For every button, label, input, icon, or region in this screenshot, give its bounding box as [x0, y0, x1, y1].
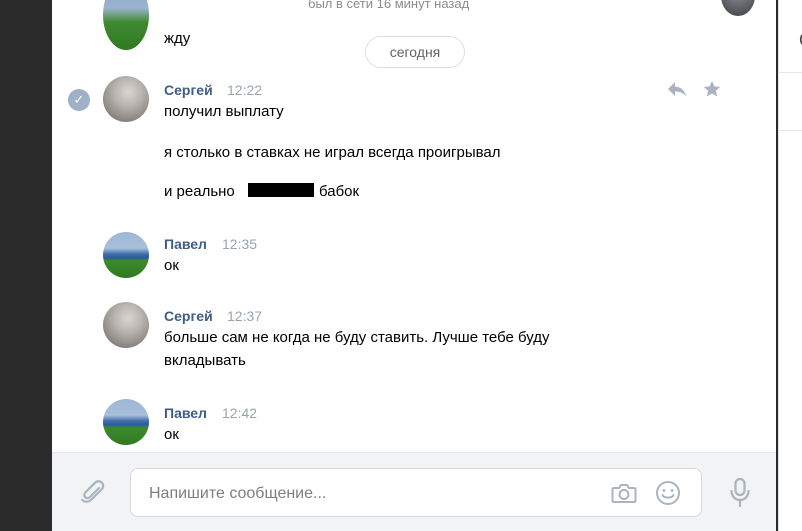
message-text: ок: [164, 426, 179, 443]
message-time[interactable]: 12:42: [222, 404, 257, 422]
author-name[interactable]: Сергей: [164, 307, 213, 325]
avatar[interactable]: [103, 302, 149, 348]
star-icon[interactable]: [702, 80, 722, 98]
divider: [779, 72, 802, 73]
message-text: жду: [164, 30, 191, 47]
microphone-icon[interactable]: [728, 477, 752, 509]
composer-bar: [52, 452, 776, 531]
avatar[interactable]: [103, 0, 149, 50]
avatar[interactable]: [103, 76, 149, 122]
right-panel: C: [778, 0, 802, 531]
divider: [779, 130, 802, 131]
author-name[interactable]: Павел: [164, 404, 207, 422]
redaction-bar: [248, 183, 314, 197]
message-time[interactable]: 12:37: [227, 307, 262, 325]
message-composer[interactable]: [130, 468, 702, 518]
camera-icon[interactable]: [611, 481, 637, 505]
message-time[interactable]: 12:22: [227, 81, 262, 99]
author-name[interactable]: Павел: [164, 235, 207, 253]
message-text: и реально: [164, 183, 235, 200]
message-text: получил выплату: [164, 103, 284, 120]
date-separator: сегодня: [365, 36, 465, 68]
avatar[interactable]: [103, 232, 149, 278]
message-text: я столько в ставках не играл всегда прои…: [164, 144, 501, 161]
check-icon[interactable]: ✓: [68, 89, 90, 111]
message-text: больше сам не когда не буду ставить. Луч…: [164, 329, 550, 346]
reply-icon[interactable]: [666, 80, 688, 98]
header-avatar[interactable]: [721, 0, 755, 16]
author-name[interactable]: Сергей: [164, 81, 213, 99]
emoji-icon[interactable]: [655, 480, 681, 506]
online-status: был в сети 16 минут назад: [308, 0, 470, 11]
message-text: вкладывать: [164, 352, 246, 369]
avatar[interactable]: [103, 399, 149, 445]
message-input[interactable]: [147, 469, 591, 518]
chat-window: был в сети 16 минут назад жду сегодня ✓ …: [52, 0, 776, 531]
message-time[interactable]: 12:35: [222, 235, 257, 253]
message-text: бабок: [319, 183, 360, 200]
message-text: ок: [164, 257, 179, 274]
paperclip-icon[interactable]: [80, 479, 106, 507]
